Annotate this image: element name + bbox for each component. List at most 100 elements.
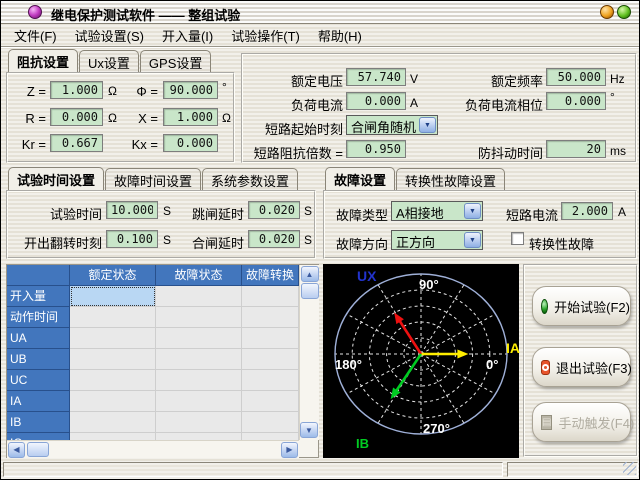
tab-system-params[interactable]: 系统参数设置: [202, 168, 298, 191]
result-grid: 额定状态 故障状态 故障转换 开入量 动作时间 UA: [7, 265, 299, 440]
row-header[interactable]: UB: [7, 349, 70, 370]
table-cell[interactable]: [242, 391, 299, 412]
chevron-down-icon[interactable]: ▼: [464, 203, 481, 219]
start-test-button[interactable]: 开始试验(F2): [532, 286, 631, 326]
title-bar: 继电保护测试软件 —— 整组试验: [1, 1, 639, 24]
fault-tab-panel: 故障设置 转换性故障设置 故障类型 A相接地 ▼ 短路电流 A 故障方向 正方向…: [323, 171, 637, 259]
menu-test-settings[interactable]: 试验设置(S): [66, 24, 153, 47]
close-button[interactable]: [617, 5, 631, 19]
table-cell[interactable]: [70, 307, 156, 328]
impedance-mult-label: 短路阻抗倍数 =: [248, 143, 343, 162]
horizontal-scroll-thumb[interactable]: [27, 442, 49, 457]
row-header[interactable]: 动作时间: [7, 307, 70, 328]
x-unit: Ω: [222, 111, 231, 125]
scroll-down-icon[interactable]: ▼: [300, 422, 318, 438]
table-cell[interactable]: [242, 307, 299, 328]
chevron-down-icon[interactable]: ▼: [419, 117, 436, 133]
rated-voltage-field[interactable]: [346, 68, 406, 86]
tab-impedance-settings[interactable]: 阻抗设置: [8, 49, 78, 74]
kr-field[interactable]: [50, 134, 103, 152]
tab-ux-settings[interactable]: Ux设置: [79, 50, 139, 73]
table-cell[interactable]: [156, 391, 242, 412]
table-corner-cell: [7, 265, 70, 286]
table-cell[interactable]: [156, 412, 242, 433]
tab-convert-fault-settings[interactable]: 转换性故障设置: [396, 168, 505, 191]
menu-file[interactable]: 文件(F): [5, 24, 66, 47]
debounce-field[interactable]: [546, 140, 606, 158]
tab-fault-time[interactable]: 故障时间设置: [105, 168, 201, 191]
row-header[interactable]: IB: [7, 412, 70, 433]
column-header[interactable]: 故障转换: [242, 265, 299, 286]
minimize-button[interactable]: [600, 5, 614, 19]
table-cell[interactable]: [156, 349, 242, 370]
fault-type-dropdown[interactable]: A相接地 ▼: [391, 201, 483, 221]
exit-test-label: 退出试验(F3): [556, 358, 632, 377]
fault-direction-dropdown[interactable]: 正方向 ▼: [391, 230, 483, 250]
table-cell[interactable]: [70, 328, 156, 349]
vertical-scroll-thumb[interactable]: [301, 283, 319, 299]
horizontal-scrollbar[interactable]: ◀ ▶: [7, 440, 299, 458]
tab-test-time[interactable]: 试验时间设置: [8, 167, 104, 192]
table-cell[interactable]: [156, 433, 242, 440]
table-cell[interactable]: [70, 349, 156, 370]
rated-frequency-field[interactable]: [546, 68, 606, 86]
flip-time-field[interactable]: [106, 230, 158, 248]
phi-field[interactable]: [163, 81, 218, 99]
table-row: UC: [7, 370, 299, 391]
exit-test-button[interactable]: 退出试验(F3): [532, 347, 631, 387]
scroll-left-icon[interactable]: ◀: [8, 442, 25, 458]
table-cell[interactable]: [70, 412, 156, 433]
tab-fault-settings[interactable]: 故障设置: [325, 167, 395, 192]
table-cell[interactable]: [70, 370, 156, 391]
table-cell[interactable]: [242, 328, 299, 349]
table-cell[interactable]: [156, 328, 242, 349]
table-cell[interactable]: [242, 433, 299, 440]
row-header[interactable]: IC: [7, 433, 70, 440]
row-header[interactable]: IA: [7, 391, 70, 412]
table-cell[interactable]: [156, 307, 242, 328]
table-cell[interactable]: [70, 391, 156, 412]
table-cell[interactable]: [242, 286, 299, 307]
menu-input[interactable]: 开入量(I): [153, 24, 222, 47]
table-cell[interactable]: [242, 349, 299, 370]
menu-help[interactable]: 帮助(H): [309, 24, 371, 47]
table-cell[interactable]: [242, 412, 299, 433]
phi-unit: °: [222, 80, 227, 94]
rated-frequency-label: 额定频率: [448, 71, 543, 90]
short-current-field[interactable]: [561, 202, 613, 220]
scroll-right-icon[interactable]: ▶: [281, 442, 298, 458]
impedance-mult-field[interactable]: [346, 140, 406, 158]
close-delay-field[interactable]: [248, 230, 300, 248]
table-cell[interactable]: [70, 433, 156, 440]
x-field[interactable]: [163, 108, 218, 126]
window-system-icon[interactable]: [28, 5, 42, 19]
phasor-chart: UX IA IB 90° 180° 0° 270°: [323, 264, 519, 458]
trip-delay-unit: S: [304, 204, 312, 218]
table-cell[interactable]: [156, 286, 242, 307]
menu-test-operation[interactable]: 试验操作(T): [222, 24, 309, 47]
row-header[interactable]: UC: [7, 370, 70, 391]
row-header[interactable]: 开入量: [7, 286, 70, 307]
column-header[interactable]: 故障状态: [156, 265, 242, 286]
scroll-up-icon[interactable]: ▲: [301, 266, 319, 282]
load-current-field[interactable]: [346, 92, 406, 110]
short-start-dropdown[interactable]: 合闸角随机 ▼: [346, 115, 438, 135]
ia-axis-label: IA: [506, 340, 520, 356]
resize-grip[interactable]: [623, 462, 636, 475]
load-phase-field[interactable]: [546, 92, 606, 110]
r-field[interactable]: [50, 108, 103, 126]
table-cell-selected[interactable]: [70, 286, 156, 307]
convert-fault-checkbox[interactable]: [511, 232, 524, 245]
trip-delay-field[interactable]: [248, 201, 300, 219]
test-time-field[interactable]: [106, 201, 158, 219]
kx-field[interactable]: [163, 134, 218, 152]
row-header[interactable]: UA: [7, 328, 70, 349]
tab-gps-settings[interactable]: GPS设置: [140, 50, 211, 73]
table-cell[interactable]: [156, 370, 242, 391]
z-field[interactable]: [50, 81, 103, 99]
close-delay-label: 合闸延时: [184, 233, 244, 252]
vertical-scrollbar[interactable]: ▲ ▼: [299, 265, 319, 440]
column-header[interactable]: 额定状态: [70, 265, 156, 286]
table-cell[interactable]: [242, 370, 299, 391]
chevron-down-icon[interactable]: ▼: [464, 232, 481, 248]
